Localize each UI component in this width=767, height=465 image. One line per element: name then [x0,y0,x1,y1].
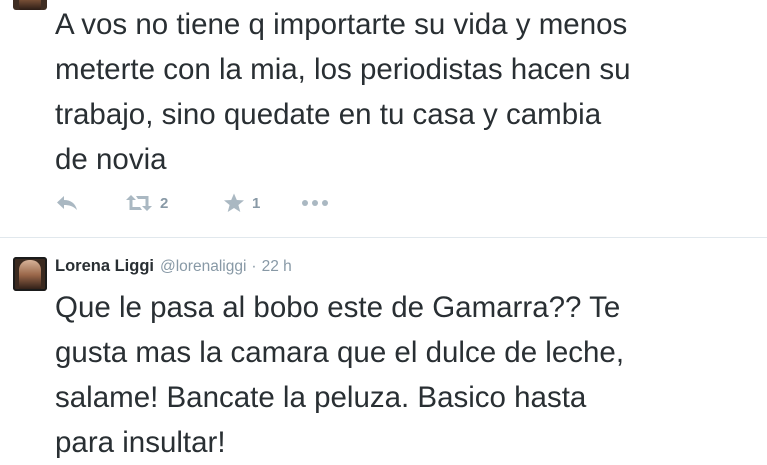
header-separator: · [251,258,257,275]
avatar[interactable] [13,257,47,291]
retweet-count: 2 [160,194,169,212]
reply-icon [55,194,79,212]
reply-button[interactable] [55,194,125,212]
star-icon [223,193,245,213]
more-button[interactable] [301,198,329,208]
tweet-text: A vos no tiene q importarte su vida y me… [55,8,631,176]
retweet-icon [125,194,153,212]
favorite-count: 1 [252,194,261,212]
screen-name[interactable]: @lorenaliggi [160,258,246,276]
tweet-text: Que le pasa al bobo este de Gamarra?? Te… [55,291,625,459]
retweet-button[interactable]: 2 [125,194,223,212]
avatar-photo [19,0,41,10]
timestamp-link[interactable]: 22 h [262,258,292,276]
tweet-header: Lorena Liggi @lorenaliggi · 22 h [55,257,292,283]
tweet-actions: 2 1 [55,188,329,218]
more-icon [301,198,329,208]
avatar[interactable] [13,0,47,10]
favorite-button[interactable]: 1 [223,193,301,213]
tweet-divider [0,237,767,238]
display-name[interactable]: Lorena Liggi [55,257,154,276]
